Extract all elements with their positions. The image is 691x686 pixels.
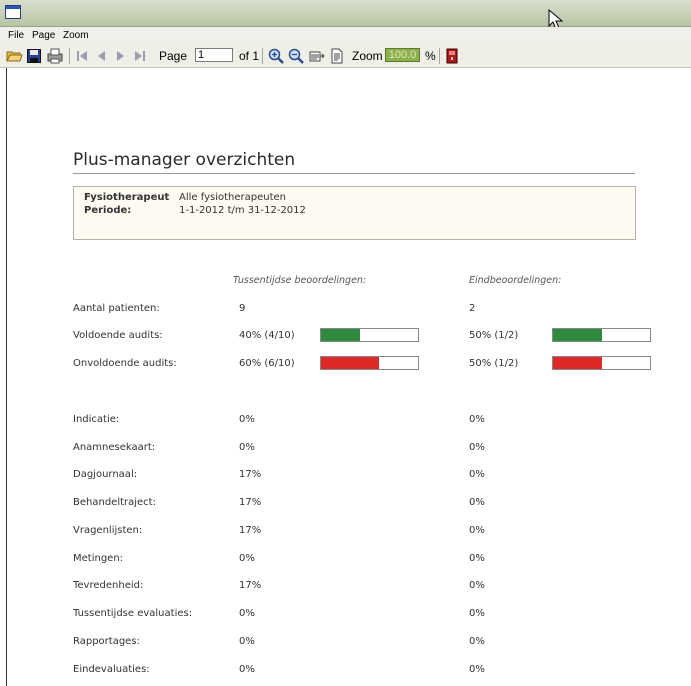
value-eind-voldoende-audits: 50% (1/2) xyxy=(469,330,519,341)
fysiotherapeut-label: Fysiotherapeut xyxy=(84,192,170,203)
save-icon[interactable] xyxy=(26,48,42,64)
toolbar-separator xyxy=(69,48,70,64)
value-tussentijds-tussentijdse-evaluaties: 0% xyxy=(239,608,255,619)
row-label-tussentijdse-evaluaties: Tussentijdse evaluaties: xyxy=(73,608,193,619)
value-eind-onvoldoende-audits: 50% (1/2) xyxy=(469,358,519,369)
value-eind-rapportages: 0% xyxy=(469,636,485,647)
row-label-metingen: Metingen: xyxy=(73,553,124,564)
column-header-tussentijds: Tussentijdse beoordelingen: xyxy=(233,275,367,286)
window-titlebar[interactable] xyxy=(0,0,691,30)
value-tussentijds-eindevaluaties: 0% xyxy=(239,664,255,675)
value-tussentijds-anamnesekaart: 0% xyxy=(239,442,255,453)
close-report-icon[interactable] xyxy=(445,48,459,64)
progress-bar-fill xyxy=(553,329,602,341)
menu-zoom[interactable]: Zoom xyxy=(63,30,89,41)
zoom-label: Zoom xyxy=(352,49,383,63)
value-tussentijds-rapportages: 0% xyxy=(239,636,255,647)
toolbar-separator xyxy=(439,48,440,64)
row-label-rapportages: Rapportages: xyxy=(73,636,140,647)
row-label-onvoldoende-audits: Onvoldoende audits: xyxy=(73,358,177,369)
row-label-behandeltraject: Behandeltraject: xyxy=(73,497,156,508)
value-tussentijds-vragenlijsten: 17% xyxy=(239,525,262,536)
column-header-eind: Eindbeoordelingen: xyxy=(469,275,562,286)
zoom-input[interactable] xyxy=(385,48,420,62)
title-divider xyxy=(73,173,635,174)
page-label: Page xyxy=(159,49,188,63)
row-label-anamnesekaart: Anamnesekaart: xyxy=(73,442,156,453)
report-toolbar: Page of 1 Zoom % xyxy=(0,45,691,68)
previous-page-icon[interactable] xyxy=(95,48,107,64)
print-icon[interactable] xyxy=(46,48,64,64)
page-number-input[interactable] xyxy=(195,48,233,62)
row-label-tevredenheid: Tevredenheid: xyxy=(73,580,144,591)
value-tussentijds-dagjournaal: 17% xyxy=(239,469,262,480)
page-width-icon[interactable] xyxy=(308,48,325,64)
row-label-eindevaluaties: Eindevaluaties: xyxy=(73,664,150,675)
zoom-out-icon[interactable] xyxy=(288,48,304,64)
open-folder-icon[interactable] xyxy=(6,48,23,64)
progress-bar-tussentijds-onvoldoende xyxy=(320,356,419,370)
value-eind-tevredenheid: 0% xyxy=(469,580,485,591)
progress-bar-fill xyxy=(321,357,380,369)
row-label-indicatie: Indicatie: xyxy=(73,414,120,425)
value-eind-dagjournaal: 0% xyxy=(469,469,485,480)
toolbar-separator xyxy=(262,48,263,64)
periode-label: Periode: xyxy=(84,205,132,216)
first-page-icon[interactable] xyxy=(75,48,89,64)
value-eind-eindevaluaties: 0% xyxy=(469,664,485,675)
periode-value: 1-1-2012 t/m 31-12-2012 xyxy=(179,205,306,216)
progress-bar-eind-onvoldoende xyxy=(552,356,651,370)
report-content: Plus-manager overzichten Fysiotherapeut … xyxy=(7,68,691,686)
value-tussentijds-indicatie: 0% xyxy=(239,414,255,425)
progress-bar-fill xyxy=(321,329,360,341)
value-eind-metingen: 0% xyxy=(469,553,485,564)
value-tussentijds-voldoende-audits: 40% (4/10) xyxy=(239,330,295,341)
report-title: Plus-manager overzichten xyxy=(73,150,296,170)
value-tussentijds-onvoldoende-audits: 60% (6/10) xyxy=(239,358,295,369)
window-icon xyxy=(5,5,21,19)
value-eind-indicatie: 0% xyxy=(469,414,485,425)
progress-bar-eind-voldoende xyxy=(552,328,651,342)
whole-page-icon[interactable] xyxy=(330,48,344,64)
value-eind-anamnesekaart: 0% xyxy=(469,442,485,453)
value-tussentijds-aantal-patienten: 9 xyxy=(239,303,246,314)
report-page: Plus-manager overzichten Fysiotherapeut … xyxy=(6,68,691,686)
progress-bar-tussentijds-voldoende xyxy=(320,328,419,342)
menu-file[interactable]: File xyxy=(8,30,24,41)
zoom-percent-label: % xyxy=(425,49,436,63)
value-eind-vragenlijsten: 0% xyxy=(469,525,485,536)
last-page-icon[interactable] xyxy=(133,48,147,64)
fysiotherapeut-value: Alle fysiotherapeuten xyxy=(179,192,286,203)
value-tussentijds-behandeltraject: 17% xyxy=(239,497,262,508)
value-tussentijds-metingen: 0% xyxy=(239,553,255,564)
row-label-voldoende-audits: Voldoende audits: xyxy=(73,330,163,341)
page-count-label: of 1 xyxy=(239,49,260,63)
value-eind-behandeltraject: 0% xyxy=(469,497,485,508)
value-tussentijds-tevredenheid: 17% xyxy=(239,580,262,591)
filter-info-box: Fysiotherapeut Alle fysiotherapeuten Per… xyxy=(73,186,636,240)
value-eind-aantal-patienten: 2 xyxy=(469,303,476,314)
menu-bar: File Page Zoom xyxy=(0,27,691,45)
row-label-dagjournaal: Dagjournaal: xyxy=(73,469,138,480)
progress-bar-fill xyxy=(553,357,602,369)
menu-page[interactable]: Page xyxy=(32,30,55,41)
row-label-vragenlijsten: Vragenlijsten: xyxy=(73,525,143,536)
row-label-aantal-patienten: Aantal patienten: xyxy=(73,303,160,314)
value-eind-tussentijdse-evaluaties: 0% xyxy=(469,608,485,619)
zoom-in-icon[interactable] xyxy=(268,48,284,64)
next-page-icon[interactable] xyxy=(115,48,127,64)
